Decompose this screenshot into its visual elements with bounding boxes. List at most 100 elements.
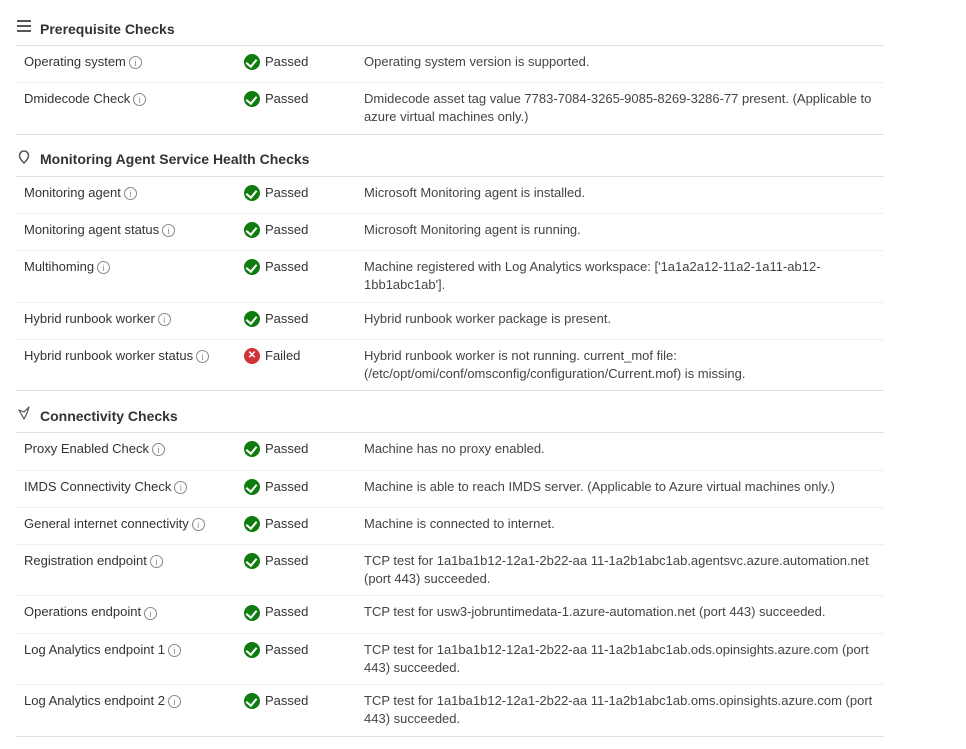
status-badge: Passed (244, 552, 308, 570)
status-text: Passed (265, 90, 308, 108)
status-cell: Failed (236, 339, 356, 390)
table-monitoring: Monitoring agenti Passed Microsoft Monitor… (16, 177, 884, 392)
passed-icon (244, 516, 260, 532)
status-text: Passed (265, 53, 308, 71)
passed-icon (244, 311, 260, 327)
message-cell: TCP test for usw3-jobruntimedata-1.azure… (356, 596, 884, 633)
info-icon[interactable]: i (124, 187, 137, 200)
table-row: Monitoring agenti Passed Microsoft Monitor… (16, 177, 884, 214)
table-row: Operations endpointi Passed TCP test for u… (16, 596, 884, 633)
table-row: Registration endpointi Passed TCP test for… (16, 545, 884, 596)
check-name-cell: Operations endpointi (16, 596, 236, 633)
passed-icon (244, 222, 260, 238)
check-name-cell: Log Analytics endpoint 1i (16, 633, 236, 684)
status-text: Failed (265, 347, 300, 365)
passed-icon (244, 642, 260, 658)
status-text: Passed (265, 258, 308, 276)
table-row: MultihomingiPassedMachine registered wit… (16, 251, 884, 302)
info-icon[interactable]: i (129, 56, 142, 69)
check-name-cell: Hybrid runbook workeri (16, 302, 236, 339)
status-cell: Passed (236, 545, 356, 596)
passed-icon (244, 54, 260, 70)
info-icon[interactable]: i (192, 518, 205, 531)
table-row: Dmidecode CheckiPassedDmidecode asset ta… (16, 83, 884, 134)
table-row: Monitoring agent statusiPassedMicrosoft … (16, 213, 884, 250)
status-cell: Passed (236, 507, 356, 544)
message-cell: Hybrid runbook worker package is present… (356, 302, 884, 339)
table-connectivity: Proxy Enabled Checki Passed Machine has no… (16, 433, 884, 736)
status-text: Passed (265, 310, 308, 328)
message-cell: Dmidecode asset tag value 7783-7084-3265… (356, 83, 884, 134)
status-text: Passed (265, 221, 308, 239)
section-title-connectivity: Connectivity Checks (40, 408, 178, 424)
message-cell: TCP test for 1a1ba1b12-12a1-2b22-aa 11-1… (356, 633, 884, 684)
info-icon[interactable]: i (150, 555, 163, 568)
section-header-monitoring: Monitoring Agent Service Health Checks (16, 139, 884, 177)
table-row: General internet connectivityiPassedMach… (16, 507, 884, 544)
status-badge: Passed (244, 90, 308, 108)
status-text: Passed (265, 515, 308, 533)
status-badge: Passed (244, 603, 308, 621)
message-cell: Microsoft Monitoring agent is running. (356, 213, 884, 250)
info-icon[interactable]: i (162, 224, 175, 237)
status-text: Passed (265, 440, 308, 458)
passed-icon (244, 479, 260, 495)
status-cell: Passed (236, 83, 356, 134)
status-cell: Passed (236, 470, 356, 507)
status-badge: Passed (244, 53, 308, 71)
status-badge: Passed (244, 641, 308, 659)
section-icon-connectivity (16, 405, 32, 426)
status-cell: Passed (236, 251, 356, 302)
check-name-cell: General internet connectivityi (16, 507, 236, 544)
info-icon[interactable]: i (152, 443, 165, 456)
info-icon[interactable]: i (133, 93, 146, 106)
status-badge: Passed (244, 515, 308, 533)
status-cell: Passed (236, 685, 356, 736)
message-cell: TCP test for 1a1ba1b12-12a1-2b22-aa 11-1… (356, 545, 884, 596)
info-icon[interactable]: i (158, 313, 171, 326)
table-row: Hybrid runbook workeri Passed Hybrid runbo… (16, 302, 884, 339)
message-cell: Microsoft Monitoring agent is installed. (356, 177, 884, 214)
check-name-cell: Operating systemi (16, 46, 236, 83)
check-name-cell: Proxy Enabled Checki (16, 433, 236, 470)
info-icon[interactable]: i (174, 481, 187, 494)
info-icon[interactable]: i (168, 644, 181, 657)
check-name-cell: IMDS Connectivity Checki (16, 470, 236, 507)
info-icon[interactable]: i (168, 695, 181, 708)
info-icon[interactable]: i (196, 350, 209, 363)
passed-icon (244, 605, 260, 621)
message-cell: Machine has no proxy enabled. (356, 433, 884, 470)
table-row: Log Analytics endpoint 2i Passed TCP test … (16, 685, 884, 736)
message-cell: Machine is able to reach IMDS server. (A… (356, 470, 884, 507)
status-badge: Passed (244, 440, 308, 458)
table-row: Operating systemiPassedOperating system … (16, 46, 884, 83)
status-text: Passed (265, 184, 308, 202)
info-icon[interactable]: i (144, 607, 157, 620)
status-cell: Passed (236, 213, 356, 250)
section-header-prerequisite: Prerequisite Checks (16, 8, 884, 46)
section-icon-prerequisite (16, 18, 32, 39)
table-prerequisite: Operating systemiPassedOperating system … (16, 46, 884, 135)
check-name-cell: Registration endpointi (16, 545, 236, 596)
check-name-cell: Log Analytics endpoint 2i (16, 685, 236, 736)
status-text: Passed (265, 552, 308, 570)
table-row: Hybrid runbook worker statusiFailedHybri… (16, 339, 884, 390)
message-cell: TCP test for 1a1ba1b12-12a1-2b22-aa 11-1… (356, 685, 884, 736)
passed-icon (244, 693, 260, 709)
table-row: Log Analytics endpoint 1i Passed TCP test … (16, 633, 884, 684)
section-title-prerequisite: Prerequisite Checks (40, 21, 175, 37)
passed-icon (244, 441, 260, 457)
check-name-cell: Hybrid runbook worker statusi (16, 339, 236, 390)
info-icon[interactable]: i (97, 261, 110, 274)
status-badge: Passed (244, 692, 308, 710)
status-badge: Passed (244, 221, 308, 239)
passed-icon (244, 259, 260, 275)
check-name-cell: Monitoring agenti (16, 177, 236, 214)
status-cell: Passed (236, 302, 356, 339)
status-badge: Passed (244, 184, 308, 202)
status-text: Passed (265, 478, 308, 496)
status-text: Passed (265, 603, 308, 621)
status-badge: Passed (244, 258, 308, 276)
status-badge: Passed (244, 478, 308, 496)
table-row: Proxy Enabled Checki Passed Machine has no… (16, 433, 884, 470)
